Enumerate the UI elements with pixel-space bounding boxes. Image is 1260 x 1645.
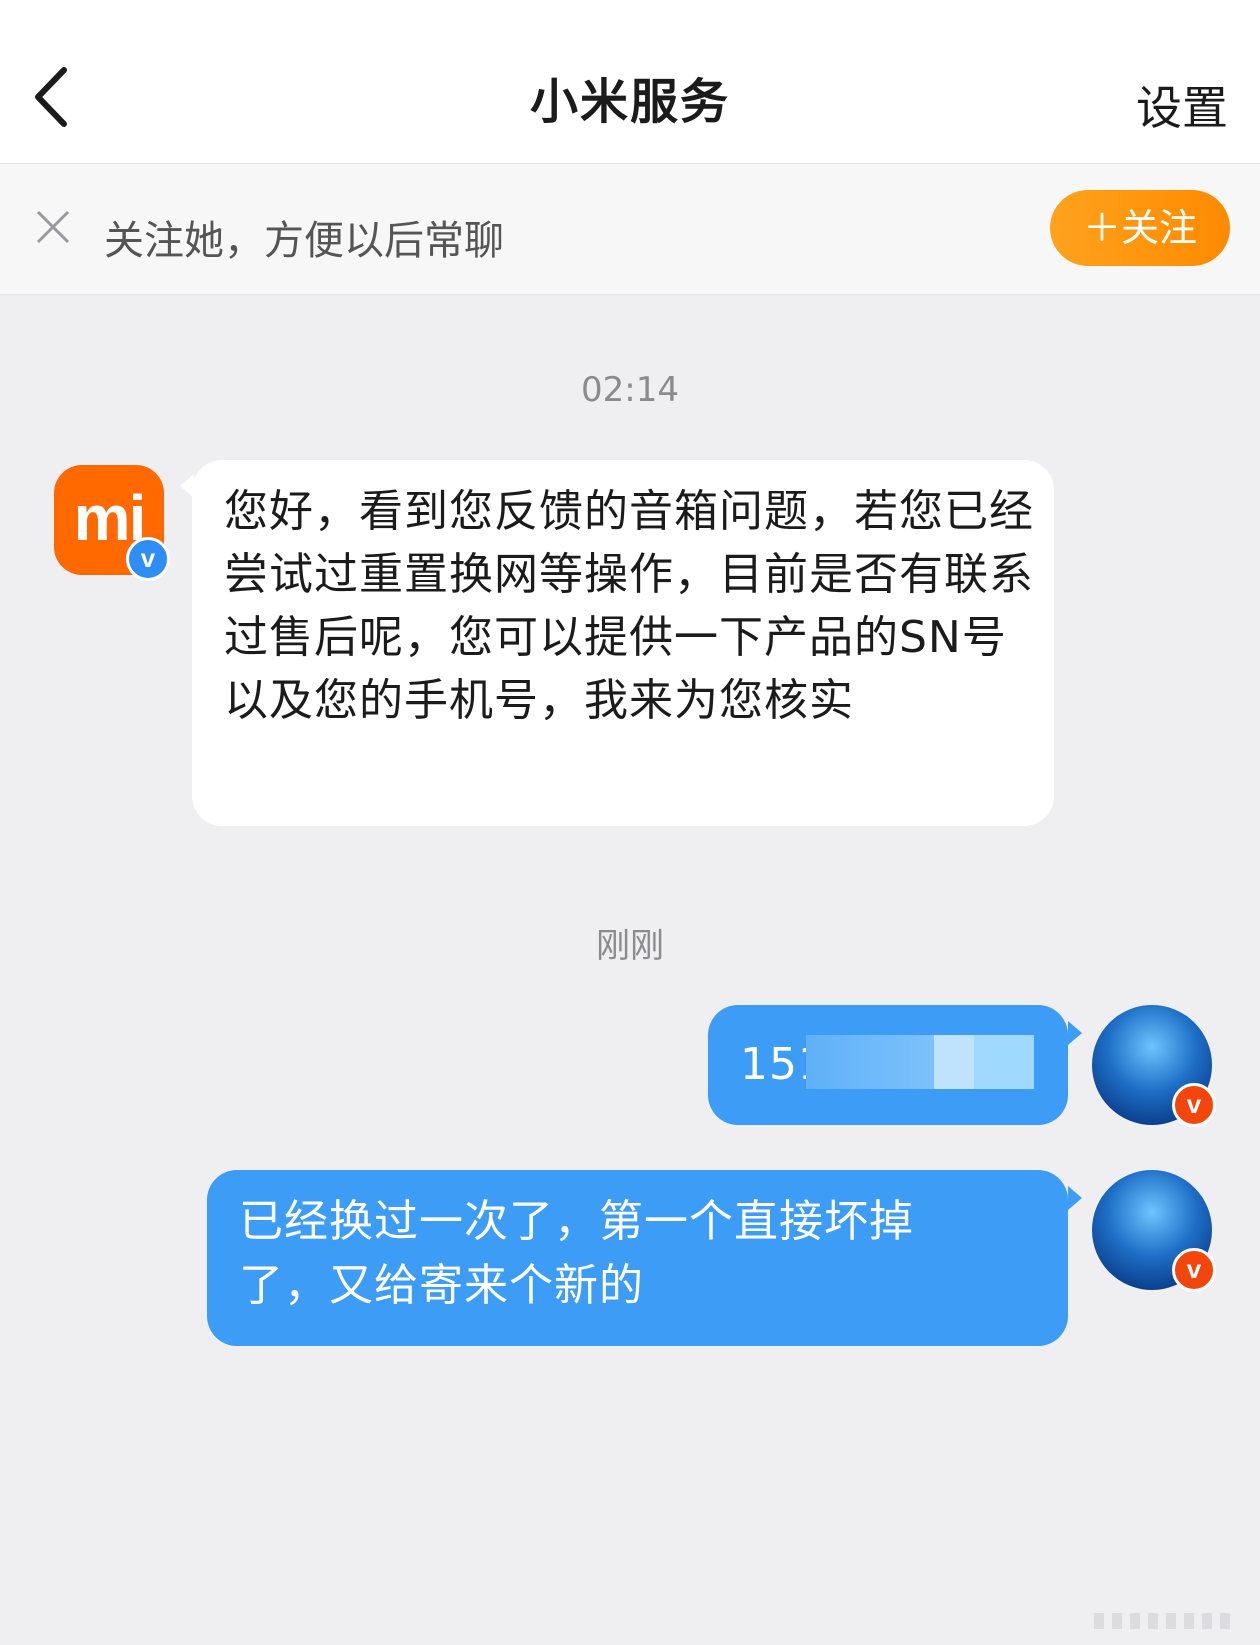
follow-suggestion-bar: 关注她，方便以后常聊 ＋关注: [0, 164, 1260, 295]
incoming-message-text: 您好，看到您反馈的音箱问题，若您已经尝试过重置换网等操作，目前是否有联系过售后呢…: [224, 486, 1034, 726]
follow-button[interactable]: ＋关注: [1050, 190, 1230, 266]
user-avatar[interactable]: v: [1092, 1005, 1216, 1127]
settings-button[interactable]: 设置: [1136, 72, 1228, 138]
incoming-message-bubble[interactable]: 您好，看到您反馈的音箱问题，若您已经尝试过重置换网等操作，目前是否有联系过售后呢…: [180, 460, 1054, 826]
message-timestamp: 02:14: [581, 370, 679, 410]
xiaomi-avatar[interactable]: mi v: [54, 465, 170, 581]
redacted-phone-blur: [806, 1035, 934, 1089]
message-timestamp: 刚刚: [596, 926, 664, 966]
follow-prompt-text: 关注她，方便以后常聊: [104, 218, 504, 264]
close-icon[interactable]: [34, 208, 72, 246]
chat-title: 小米服务: [529, 74, 730, 130]
redacted-phone-blur: [974, 1035, 1034, 1089]
user-avatar[interactable]: v: [1092, 1170, 1216, 1292]
outgoing-message-bubble[interactable]: 已经换过一次了，第一个直接坏掉了，又给寄来个新的: [207, 1170, 1082, 1346]
watermark-mark: [1094, 1613, 1234, 1629]
top-nav-bar: 小米服务 设置: [0, 0, 1260, 164]
outgoing-message-text: 已经换过一次了，第一个直接坏掉了，又给寄来个新的: [239, 1196, 914, 1311]
verified-user-badge-icon: v: [1172, 1083, 1216, 1127]
official-verified-badge-icon: v: [126, 537, 170, 581]
outgoing-message-bubble[interactable]: 151: [708, 1005, 1082, 1125]
verified-user-badge-icon: v: [1172, 1248, 1216, 1292]
